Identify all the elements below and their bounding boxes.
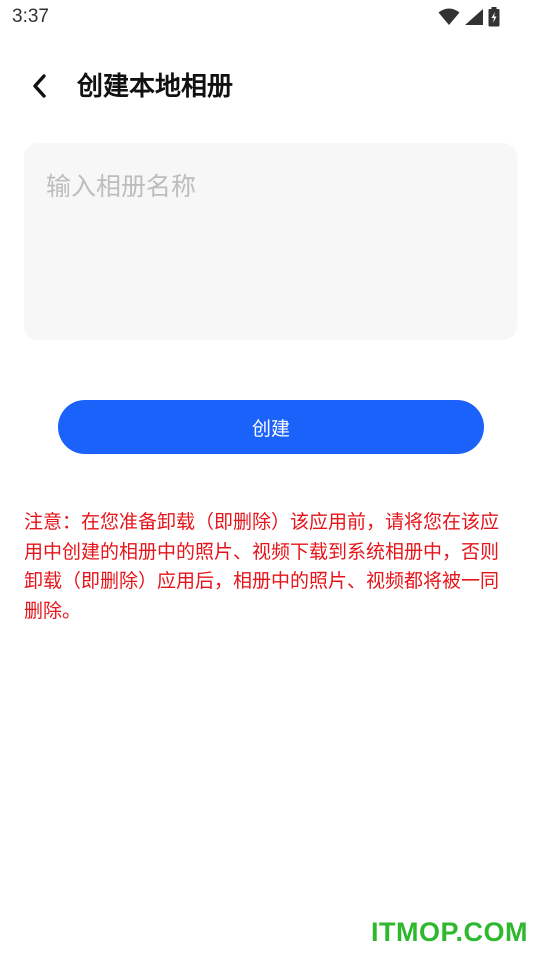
uninstall-notice: 注意：在您准备卸载（即删除）该应用前，请将您在该应用中创建的相册中的照片、视频下… — [24, 511, 500, 622]
battery-charging-icon — [488, 7, 500, 27]
cell-signal-icon — [464, 8, 484, 26]
status-icons — [438, 7, 500, 27]
create-button[interactable]: 创建 — [58, 400, 484, 454]
watermark: ITMOP.COM — [370, 917, 528, 947]
status-time: 3:37 — [12, 6, 49, 27]
chevron-left-icon — [30, 73, 50, 103]
status-bar: 3:37 — [0, 0, 540, 36]
album-name-field — [24, 143, 517, 340]
album-name-input[interactable] — [24, 143, 517, 340]
page-title: 创建本地相册 — [77, 72, 234, 102]
back-button[interactable] — [22, 70, 58, 106]
top-bar: 创建本地相册 — [0, 60, 540, 114]
wifi-icon — [438, 8, 460, 26]
